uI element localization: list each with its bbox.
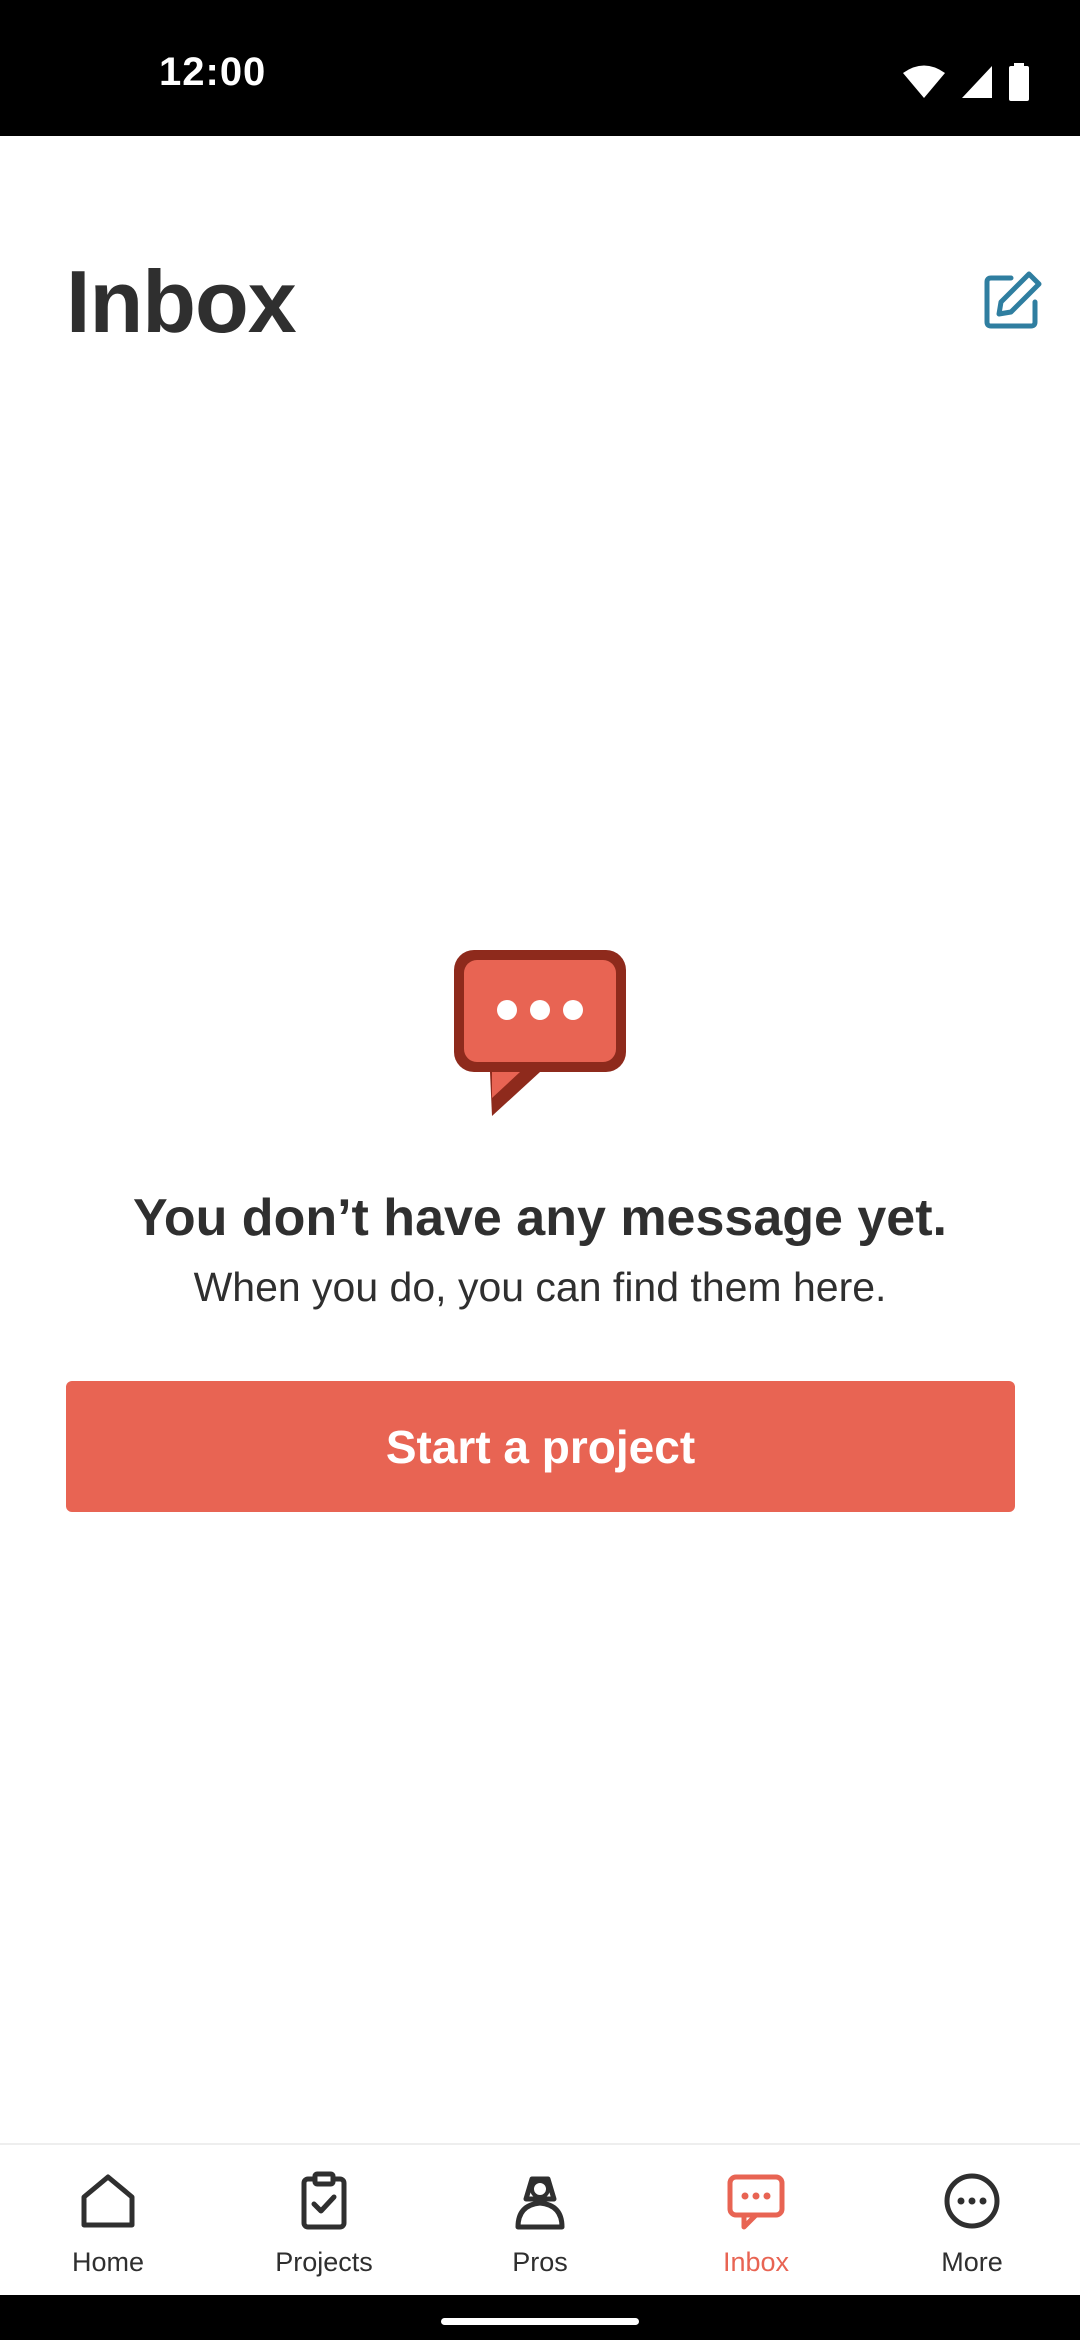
signal-icon [962,66,992,98]
chat-bubble-icon [450,946,630,1118]
clipboard-check-icon [301,2171,347,2230]
nav-item-projects[interactable]: Projects [216,2145,432,2295]
wifi-icon [903,65,945,98]
nav-label-inbox: Inbox [722,2247,790,2277]
nav-label-pros: Pros [512,2247,568,2277]
nav-item-inbox[interactable]: Inbox [648,2145,864,2295]
compose-icon [984,271,1042,329]
more-icon [944,2173,1000,2229]
pro-person-icon [515,2176,565,2230]
page-title: Inbox [66,252,297,351]
home-icon [81,2174,135,2228]
nav-label-projects: Projects [275,2247,373,2277]
nav-item-more[interactable]: More [864,2145,1080,2295]
nav-item-home[interactable]: Home [0,2145,216,2295]
status-icons [902,62,1030,102]
home-indicator[interactable] [441,2318,639,2325]
chat-icon [727,2174,785,2230]
compose-button[interactable] [977,266,1047,336]
empty-state-heading: You don’t have any message yet. [133,1189,947,1247]
start-project-button[interactable]: Start a project [66,1381,1015,1512]
battery-icon [1009,63,1029,101]
nav-label-more: More [941,2247,1003,2277]
bottom-nav: Home Projects Pros Inbox More [0,2143,1080,2295]
status-time: 12:00 [159,50,267,94]
nav-label-home: Home [71,2247,145,2277]
nav-item-pros[interactable]: Pros [432,2145,648,2295]
empty-state-subtext: When you do, you can find them here. [193,1264,887,1310]
status-bar: 12:00 [0,0,1080,136]
